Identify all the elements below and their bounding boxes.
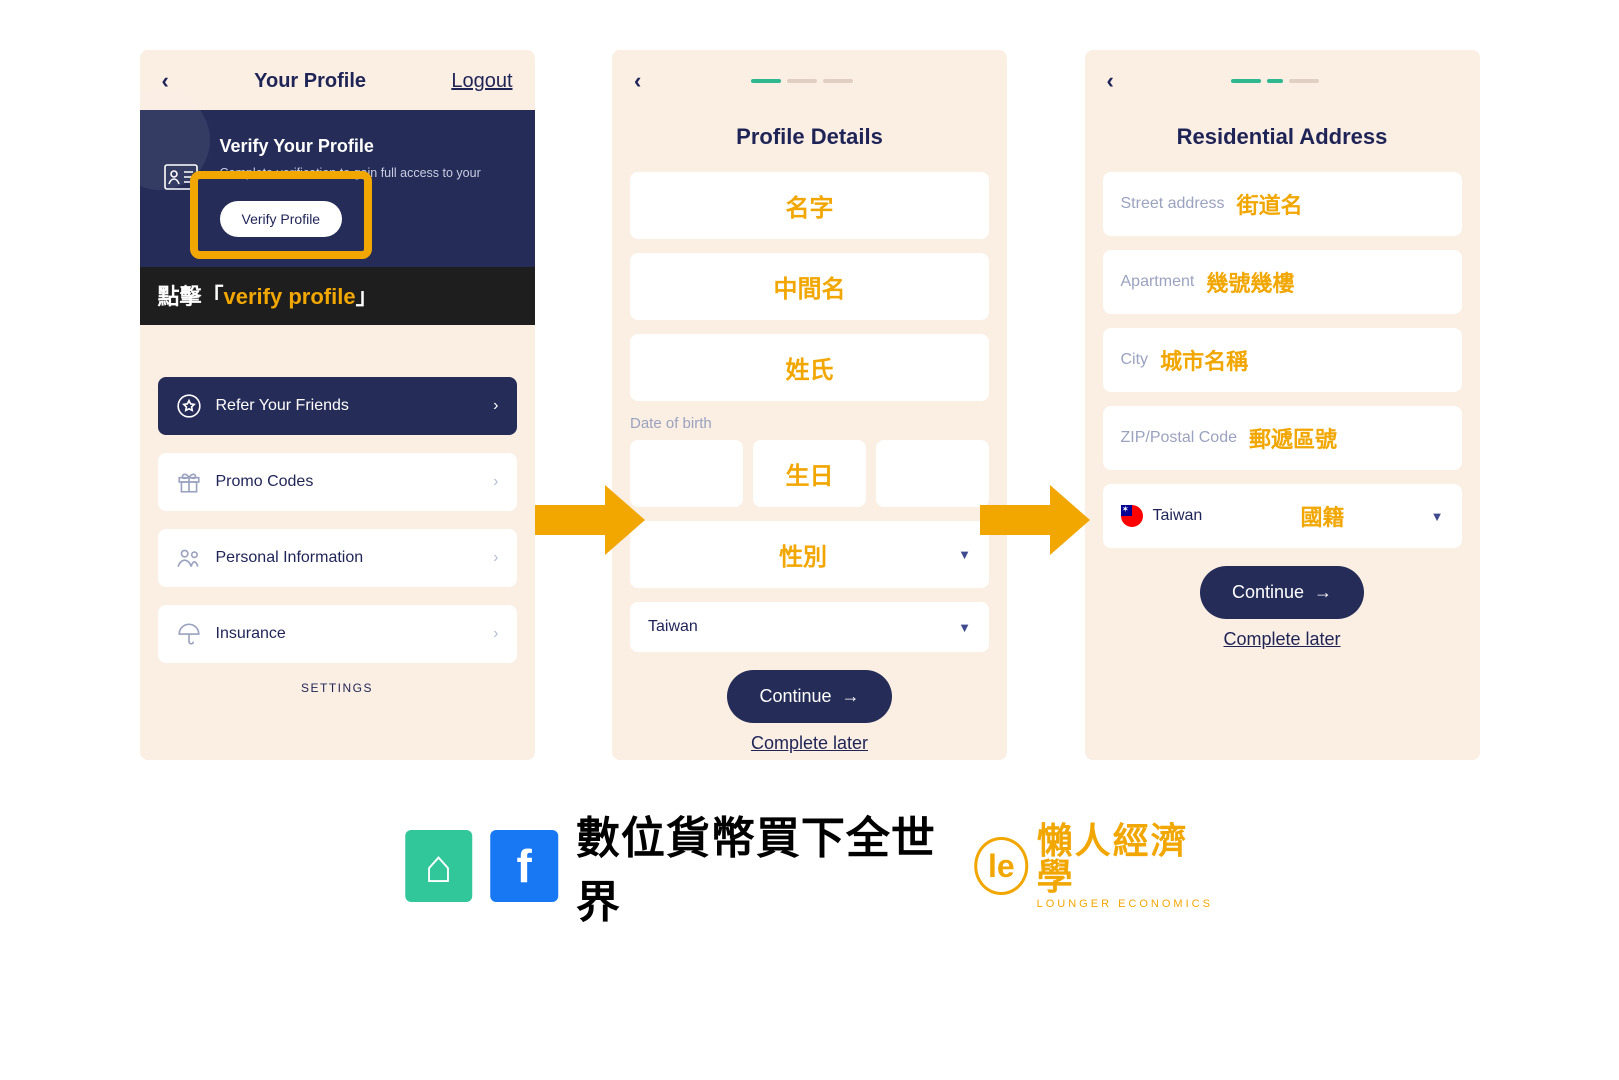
gender-select[interactable]: 性別 ▼ xyxy=(630,521,989,588)
chevron-right-icon: › xyxy=(493,549,498,567)
menu-item-insurance[interactable]: Insurance › xyxy=(158,605,517,663)
zip-field[interactable]: ZIP/Postal Code 郵遞區號 xyxy=(1103,406,1462,470)
progress-step-1 xyxy=(1231,79,1261,83)
complete-later-link[interactable]: Complete later xyxy=(1085,629,1480,650)
overlay-label: 城市名稱 xyxy=(1160,344,1248,376)
lounger-economics-logo: le 懶人經濟學 LOUNGER ECONOMICS xyxy=(974,823,1214,910)
placeholder: ZIP/Postal Code xyxy=(1121,429,1238,447)
app-logo-icon: ⌂ xyxy=(405,830,473,902)
overlay-label: 幾號幾樓 xyxy=(1206,266,1294,298)
lounger-en-text: LOUNGER ECONOMICS xyxy=(1037,899,1215,910)
verify-profile-button[interactable]: Verify Profile xyxy=(220,201,343,237)
form: 名字 中間名 姓氏 xyxy=(612,172,1007,401)
progress-step-3 xyxy=(1289,79,1319,83)
street-field[interactable]: Street address 街道名 xyxy=(1103,172,1462,236)
progress-bar xyxy=(619,79,985,83)
overlay-label: 郵遞區號 xyxy=(1249,422,1337,454)
middle-name-field[interactable]: 中間名 xyxy=(630,253,989,320)
callout-suffix: 」 xyxy=(356,284,378,309)
country-select[interactable]: Taiwan 國籍 ▼ xyxy=(1103,484,1462,548)
page-title: Profile Details xyxy=(612,124,1007,150)
header: ‹ Your Profile Logout xyxy=(140,50,535,104)
chevron-right-icon: › xyxy=(493,473,498,491)
form: Street address 街道名 Apartment 幾號幾樓 City 城… xyxy=(1085,172,1480,548)
footer-branding: ⌂ f 數位貨幣買下全世界 le 懶人經濟學 LOUNGER ECONOMICS xyxy=(405,802,1215,930)
settings-label: SETTINGS xyxy=(158,681,517,695)
country-select[interactable]: Taiwan ▼ xyxy=(630,602,989,652)
apartment-field[interactable]: Apartment 幾號幾樓 xyxy=(1103,250,1462,314)
overlay-label: 姓氏 xyxy=(648,350,971,385)
screen-profile: ‹ Your Profile Logout Verify Your Profil… xyxy=(140,50,535,760)
id-card-icon xyxy=(164,164,198,190)
arrow-right-icon: → xyxy=(1314,582,1332,603)
star-icon xyxy=(176,393,202,419)
continue-button[interactable]: Continue → xyxy=(727,670,891,723)
verify-title: Verify Your Profile xyxy=(220,136,515,157)
button-label: Continue xyxy=(759,686,831,707)
verify-card: Verify Your Profile Complete verificatio… xyxy=(140,110,535,267)
progress-step-1 xyxy=(751,79,781,83)
chevron-down-icon: ▼ xyxy=(1431,509,1444,524)
screen-profile-details: ‹ Profile Details 名字 中間名 姓氏 Date of birt… xyxy=(612,50,1007,760)
verify-desc: Complete verification to gain full acces… xyxy=(220,165,515,183)
arrow-right-icon: → xyxy=(842,686,860,707)
city-field[interactable]: City 城市名稱 xyxy=(1103,328,1462,392)
overlay-label: 名字 xyxy=(648,188,971,223)
dob-month-field[interactable]: 生日 xyxy=(753,440,866,507)
dob-row: 生日 xyxy=(612,440,1007,507)
last-name-field[interactable]: 姓氏 xyxy=(630,334,989,401)
page-title: Your Profile xyxy=(254,70,366,93)
callout-highlight: verify profile xyxy=(224,284,356,309)
umbrella-icon xyxy=(176,621,202,647)
first-name-field[interactable]: 名字 xyxy=(630,172,989,239)
progress-bar xyxy=(1092,79,1458,83)
dob-day-field[interactable] xyxy=(630,440,743,507)
logout-link[interactable]: Logout xyxy=(451,70,512,93)
overlay-label: 街道名 xyxy=(1237,188,1303,220)
placeholder: City xyxy=(1121,351,1149,369)
header: ‹ xyxy=(1085,50,1480,100)
chevron-right-icon: › xyxy=(493,625,498,643)
chevron-down-icon: ▼ xyxy=(958,620,971,635)
menu-item-promo[interactable]: Promo Codes › xyxy=(158,453,517,511)
annotation-arrow-1 xyxy=(535,485,645,555)
annotation-arrow-2 xyxy=(980,485,1090,555)
progress-step-3 xyxy=(823,79,853,83)
lounger-icon: le xyxy=(974,837,1029,895)
chevron-right-icon: › xyxy=(493,397,498,415)
dob-year-field[interactable] xyxy=(876,440,989,507)
continue-button[interactable]: Continue → xyxy=(1200,566,1364,619)
gift-icon xyxy=(176,469,202,495)
menu-label: Refer Your Friends xyxy=(216,397,494,415)
overlay-label: 中間名 xyxy=(648,269,971,304)
selected-value: Taiwan xyxy=(1153,507,1203,525)
dob-label: Date of birth xyxy=(612,415,1007,432)
complete-later-link[interactable]: Complete later xyxy=(612,733,1007,754)
facebook-icon: f xyxy=(490,830,558,902)
placeholder: Apartment xyxy=(1121,273,1195,291)
page-title: Residential Address xyxy=(1085,124,1480,150)
callout-prefix: 點擊「 xyxy=(158,284,224,309)
people-icon xyxy=(176,545,202,571)
menu-label: Personal Information xyxy=(216,549,494,567)
overlay-label: 國籍 xyxy=(1214,500,1430,532)
header: ‹ xyxy=(612,50,1007,100)
menu-label: Promo Codes xyxy=(216,473,494,491)
button-label: Continue xyxy=(1232,582,1304,603)
lounger-cn-text: 懶人經濟學 xyxy=(1037,823,1215,895)
selected-value: Taiwan xyxy=(648,618,958,636)
annotation-callout: 點擊「verify profile」 xyxy=(140,267,535,325)
menu-item-refer[interactable]: Refer Your Friends › xyxy=(158,377,517,435)
overlay-label: 性別 xyxy=(648,537,958,572)
taiwan-flag-icon xyxy=(1121,505,1143,527)
chevron-down-icon: ▼ xyxy=(958,547,971,562)
progress-step-2 xyxy=(1267,79,1283,83)
menu-label: Insurance xyxy=(216,625,494,643)
footer-slogan: 數位貨幣買下全世界 xyxy=(576,802,956,930)
screen-residential-address: ‹ Residential Address Street address 街道名… xyxy=(1085,50,1480,760)
placeholder: Street address xyxy=(1121,195,1225,213)
progress-step-2 xyxy=(787,79,817,83)
menu-item-personal[interactable]: Personal Information › xyxy=(158,529,517,587)
menu-list: Refer Your Friends › Promo Codes › Perso… xyxy=(140,325,535,695)
